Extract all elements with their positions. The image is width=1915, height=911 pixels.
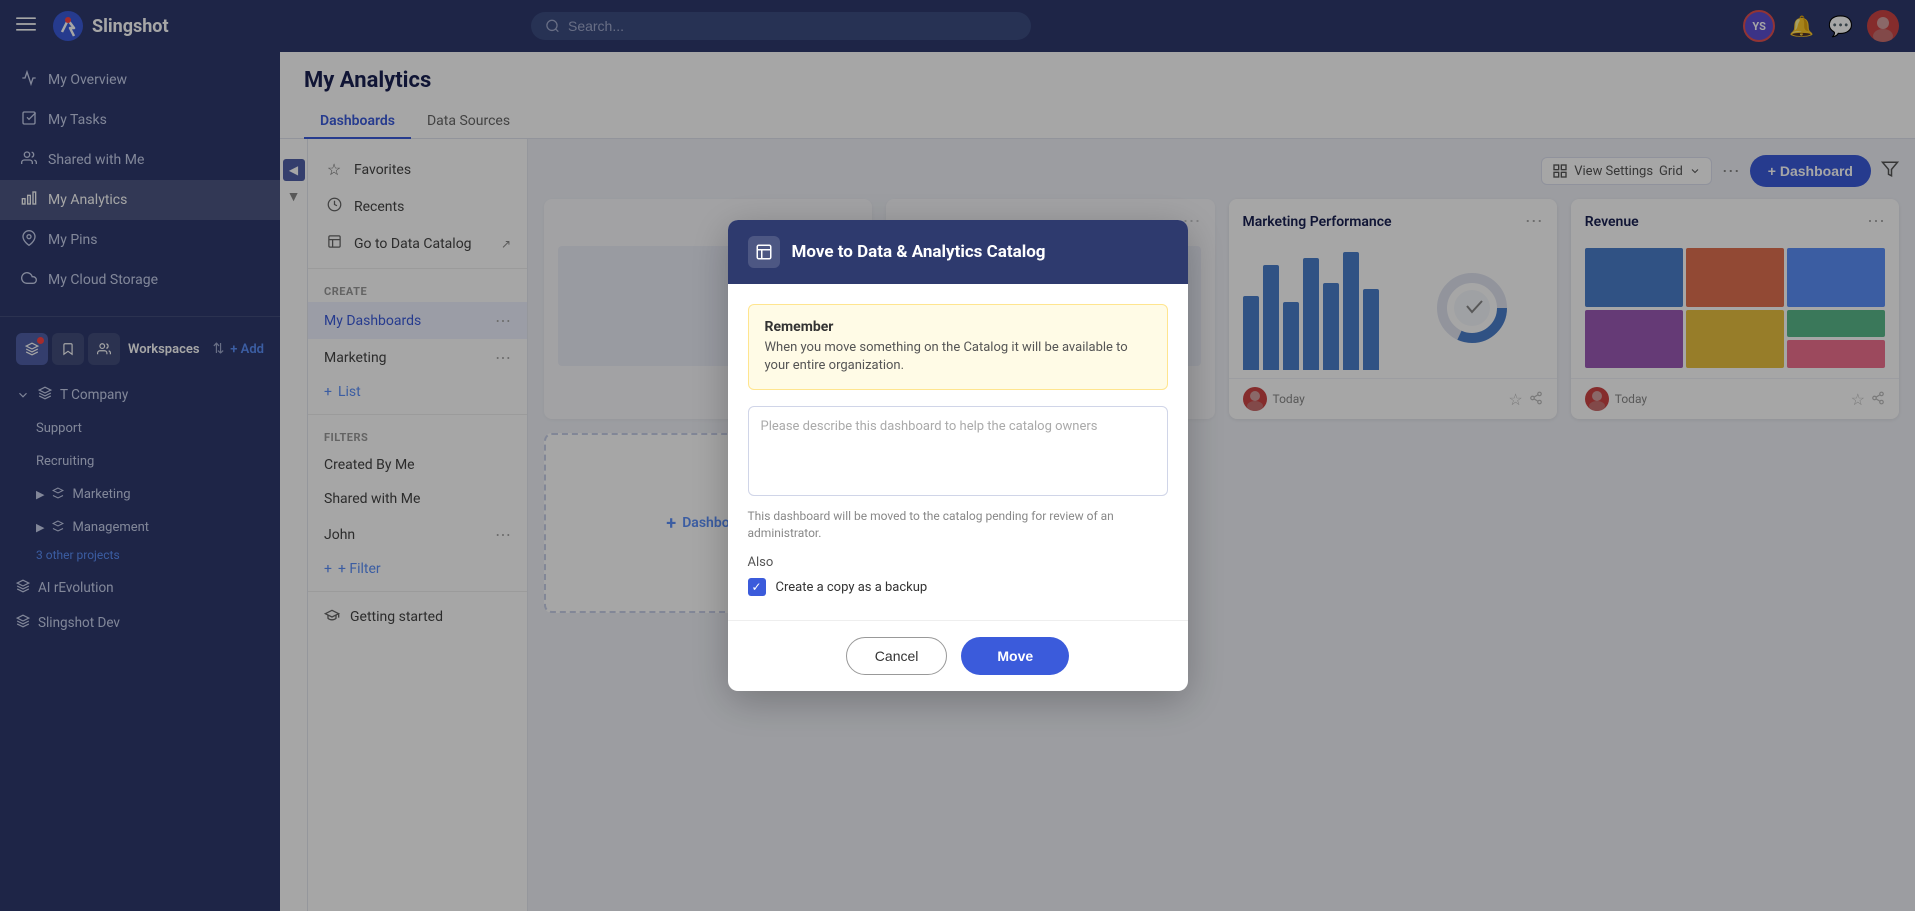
modal-catalog-icon bbox=[748, 236, 780, 268]
remember-title: Remember bbox=[765, 319, 1151, 335]
modal-overlay[interactable]: Move to Data & Analytics Catalog Remembe… bbox=[0, 0, 1915, 911]
describe-textarea[interactable] bbox=[748, 406, 1168, 496]
modal-footer: Cancel Move bbox=[728, 620, 1188, 691]
modal-header: Move to Data & Analytics Catalog bbox=[728, 220, 1188, 284]
admin-note: This dashboard will be moved to the cata… bbox=[748, 508, 1168, 542]
remember-box: Remember When you move something on the … bbox=[748, 304, 1168, 390]
create-copy-label: Create a copy as a backup bbox=[776, 580, 928, 595]
cancel-button[interactable]: Cancel bbox=[846, 637, 948, 675]
modal-body: Remember When you move something on the … bbox=[728, 284, 1188, 621]
remember-text: When you move something on the Catalog i… bbox=[765, 339, 1151, 375]
move-button[interactable]: Move bbox=[961, 637, 1069, 675]
move-to-catalog-modal: Move to Data & Analytics Catalog Remembe… bbox=[728, 220, 1188, 692]
modal-title: Move to Data & Analytics Catalog bbox=[792, 242, 1046, 262]
create-copy-checkbox[interactable]: ✓ bbox=[748, 578, 766, 596]
also-label: Also bbox=[748, 555, 1168, 570]
checkbox-row: ✓ Create a copy as a backup bbox=[748, 578, 1168, 596]
